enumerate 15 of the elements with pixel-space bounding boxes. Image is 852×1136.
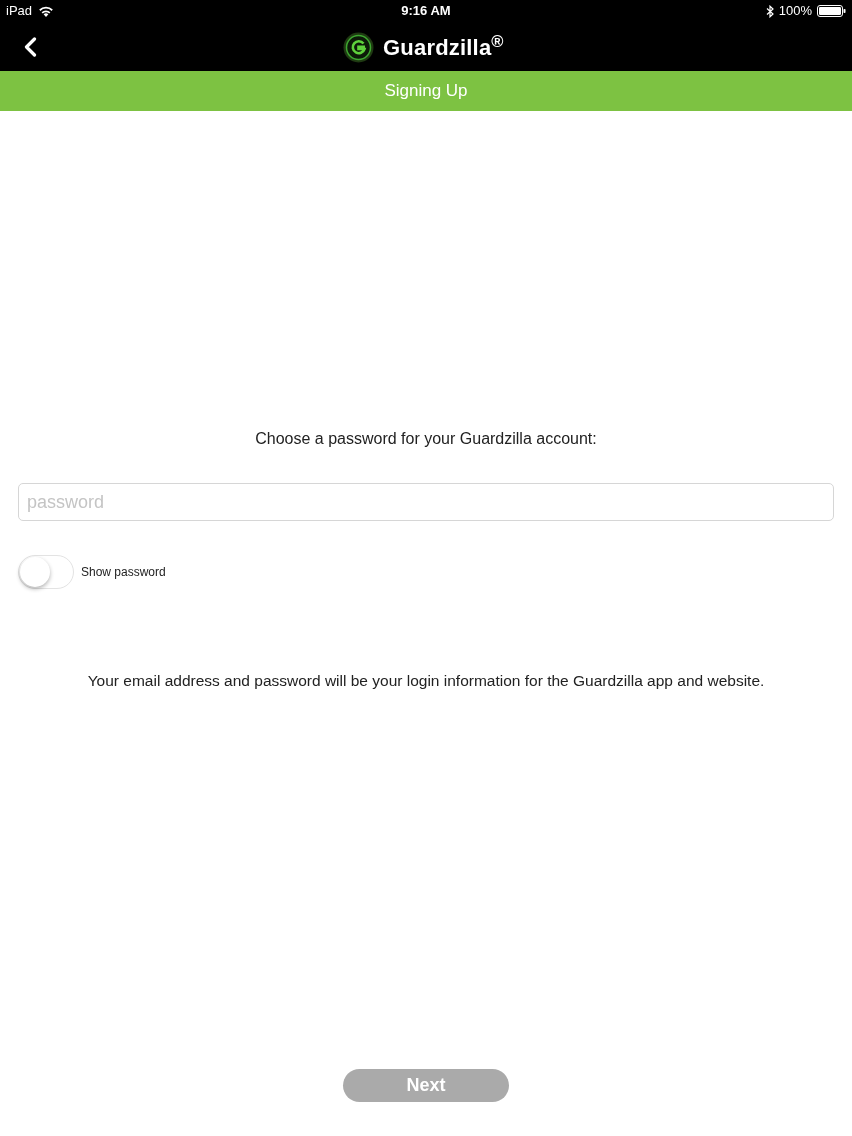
- logo-text: Guardzilla$^{®}$: [383, 31, 504, 62]
- back-chevron-icon: [23, 36, 37, 57]
- status-time: 9:16 AM: [401, 2, 451, 21]
- wifi-icon: [38, 5, 55, 17]
- login-info-note: Your email address and password will be your login information for the Guardzilla app and website.: [86, 671, 766, 691]
- battery-icon: [817, 5, 846, 17]
- banner-title: Signing Up: [384, 80, 468, 103]
- logo-icon: [343, 32, 374, 63]
- show-password-label: Show password: [81, 564, 166, 581]
- bluetooth-icon: [765, 4, 774, 18]
- password-prompt: Choose a password for your Guardzilla account:: [254, 429, 598, 449]
- battery-percent: 100%: [778, 2, 812, 21]
- password-field[interactable]: password: [18, 483, 834, 521]
- show-password-toggle[interactable]: [18, 555, 74, 589]
- device-name: iPad: [6, 2, 33, 21]
